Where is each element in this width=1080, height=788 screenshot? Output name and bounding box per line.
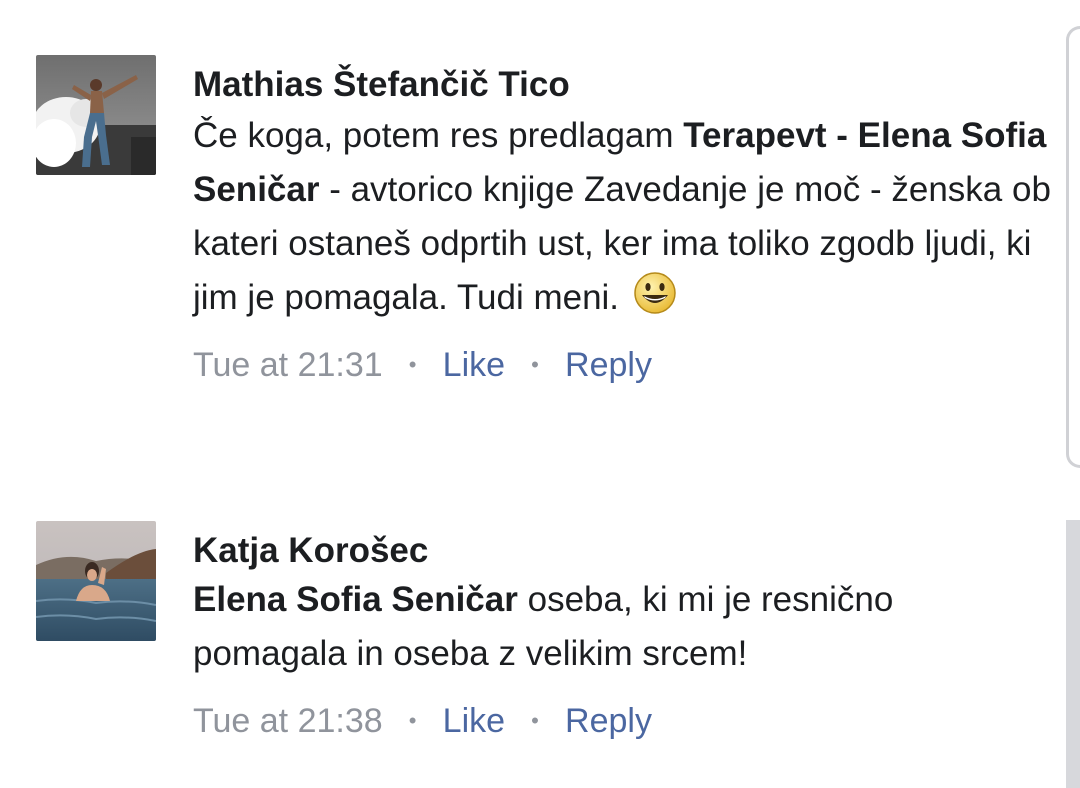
comment-body: Mathias Štefančič Tico Če koga, potem re…	[193, 63, 1053, 387]
separator-dot: •	[408, 708, 417, 733]
comment-text-part: - avtorico knjige Zavedanje je moč - žen…	[193, 170, 1051, 317]
comment-text: Elena Sofia Seničar oseba, ki mi je resn…	[193, 573, 1053, 681]
reply-button[interactable]: Reply	[565, 702, 652, 740]
comment-timestamp[interactable]: Tue at 21:38	[193, 702, 383, 740]
comment-meta: Tue at 21:31 • Like • Reply	[193, 343, 1053, 387]
reply-button[interactable]: Reply	[565, 346, 652, 384]
like-button[interactable]: Like	[443, 702, 505, 740]
comment-text: Če koga, potem res predlagam Terapevt - …	[193, 109, 1053, 325]
avatar-photo	[36, 55, 156, 175]
mention-link[interactable]: Elena Sofia Seničar	[193, 580, 518, 619]
separator-dot: •	[408, 352, 417, 377]
comment-timestamp[interactable]: Tue at 21:31	[193, 346, 383, 384]
scrollbar[interactable]	[1066, 520, 1080, 788]
avatar[interactable]	[36, 55, 156, 175]
comment-author[interactable]: Katja Korošec	[193, 529, 1053, 573]
avatar[interactable]	[36, 521, 156, 641]
grinning-face-emoji-icon	[633, 271, 677, 315]
comment-thread: Mathias Štefančič Tico Če koga, potem re…	[0, 0, 1080, 788]
separator-dot: •	[531, 708, 539, 733]
separator-dot: •	[531, 352, 539, 377]
comment-meta: Tue at 21:38 • Like • Reply	[193, 699, 1053, 743]
comment-author[interactable]: Mathias Štefančič Tico	[193, 63, 1053, 107]
comment-text-part: Če koga, potem res predlagam	[193, 116, 684, 155]
panel-edge	[1066, 26, 1080, 468]
like-button[interactable]: Like	[443, 346, 505, 384]
comment-body: Katja Korošec Elena Sofia Seničar oseba,…	[193, 529, 1053, 743]
avatar-photo	[36, 521, 156, 641]
